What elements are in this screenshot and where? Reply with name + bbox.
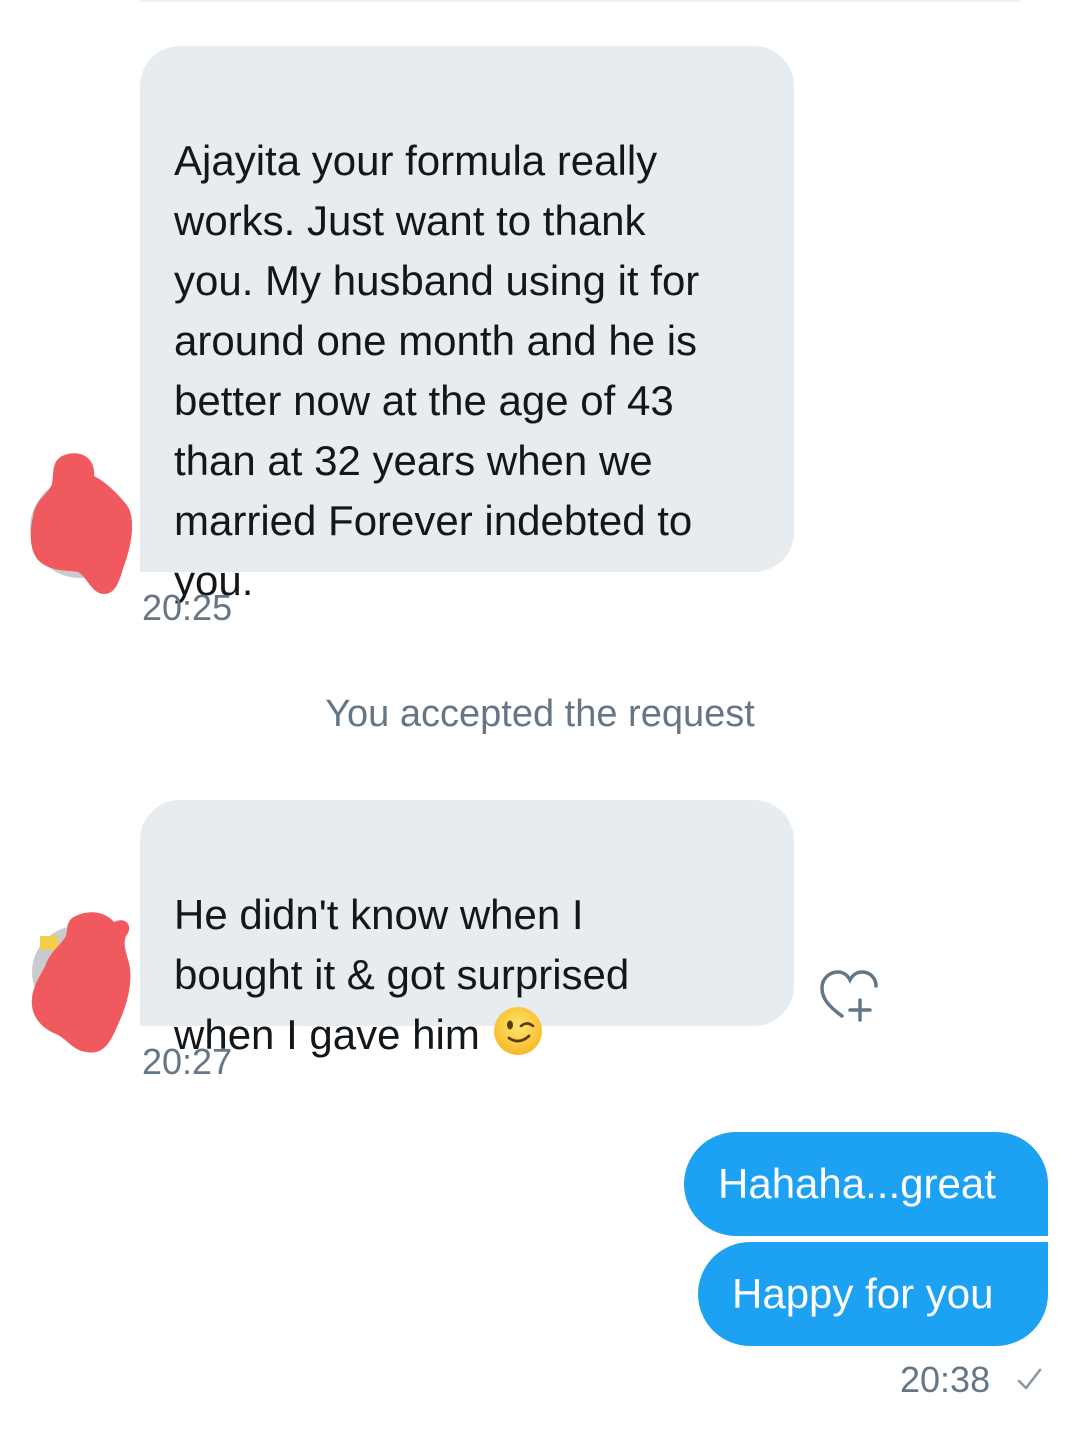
message-text: Ajayita your formula really works. Just … bbox=[174, 137, 700, 604]
system-notice: You accepted the request bbox=[0, 692, 1080, 736]
message-timestamp: 20:27 bbox=[142, 1041, 233, 1082]
sender-avatar[interactable] bbox=[22, 448, 133, 598]
message-text: He didn't know when I bought it & got su… bbox=[174, 891, 630, 1058]
heart-plus-icon[interactable] bbox=[816, 966, 882, 1026]
message-bubble-incoming[interactable]: Ajayita your formula really works. Just … bbox=[140, 46, 794, 604]
message-text: Hahaha...great bbox=[718, 1160, 996, 1207]
redacted-avatar-icon bbox=[30, 453, 133, 594]
dm-conversation: Ajayita your formula really works. Just … bbox=[0, 0, 1080, 1440]
message-bubble-outgoing[interactable]: Hahaha...great bbox=[684, 1132, 1048, 1236]
message-bubble-incoming[interactable]: He didn't know when I bought it & got su… bbox=[140, 800, 794, 1058]
sender-avatar[interactable] bbox=[22, 906, 132, 1056]
checkmark-icon bbox=[1017, 1368, 1042, 1390]
message-timestamp: 20:25 bbox=[142, 587, 233, 628]
message-timestamp: 20:38 bbox=[900, 1359, 991, 1400]
top-divider bbox=[140, 0, 1020, 2]
message-text: Happy for you bbox=[732, 1270, 994, 1317]
system-notice-text: You accepted the request bbox=[325, 693, 755, 735]
message-bubble-outgoing[interactable]: Happy for you bbox=[698, 1242, 1048, 1346]
redacted-avatar-icon bbox=[31, 912, 131, 1053]
winking-face-emoji-icon bbox=[493, 1007, 542, 1055]
